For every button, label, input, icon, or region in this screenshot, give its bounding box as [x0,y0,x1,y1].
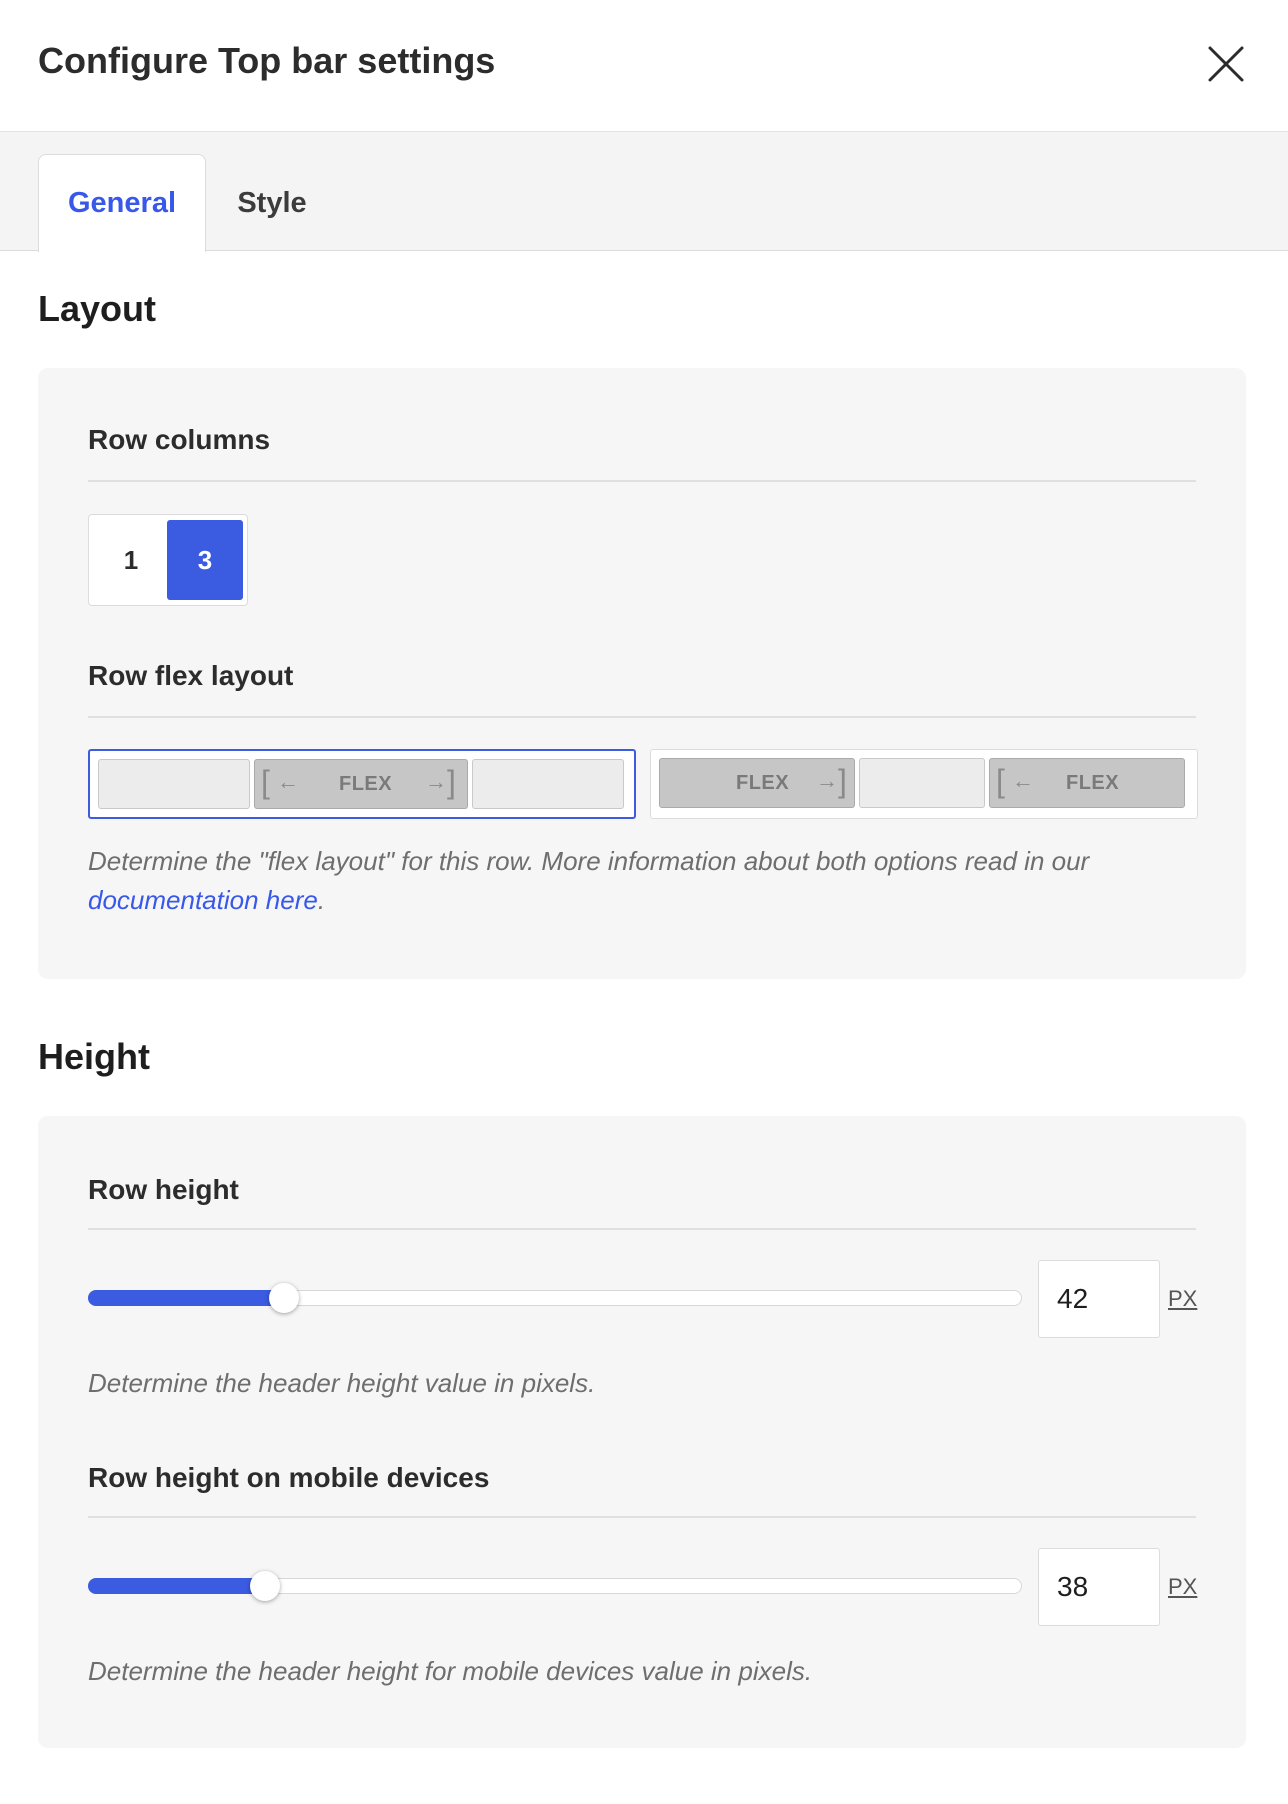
arrow-right-icon: → [425,769,447,794]
flex-label: FLEX [339,773,393,795]
height-section-title: Height [38,1036,150,1077]
divider [88,716,1196,718]
flex-column-right: [ ← FLEX [989,758,1185,808]
flex-column-left: FLEX → ] [659,758,855,808]
bracket-left-icon: [ [996,763,1005,799]
close-button[interactable] [1200,38,1252,90]
row-height-mobile-help: Determine the header height for mobile d… [88,1656,813,1686]
flex-column-center [859,758,985,808]
flex-layout-option-center[interactable]: [ ← FLEX → ] [88,749,636,819]
flex-label: FLEX [1066,772,1120,794]
flex-layout-help: Determine the "flex layout" for this row… [88,842,1208,920]
row-height-help: Determine the header height value in pix… [88,1368,596,1398]
documentation-link[interactable]: documentation here [88,885,318,915]
slider-thumb[interactable] [269,1283,299,1313]
row-height-input[interactable] [1038,1260,1160,1338]
help-suffix: . [317,885,326,915]
dialog-title: Configure Top bar settings [38,40,496,81]
divider [88,1516,1196,1518]
row-columns-label: Row columns [88,424,271,455]
row-columns-selector: 1 3 [88,514,248,606]
slider-thumb[interactable] [250,1571,280,1601]
flex-column-right [472,759,624,809]
tab-bar: General Style [0,132,1288,252]
arrow-left-icon: ← [277,769,299,794]
help-text: Determine the "flex layout" for this row… [88,846,1090,876]
row-height-slider[interactable] [88,1283,1022,1313]
bracket-right-icon: ] [838,763,847,799]
flex-column-center: [ ← FLEX → ] [254,759,468,809]
row-height-mobile-input[interactable] [1038,1548,1160,1626]
arrow-right-icon: → [816,768,838,793]
tab-style[interactable]: Style [206,154,338,252]
flex-column-left [98,759,250,809]
row-flex-layout-label: Row flex layout [88,660,294,691]
bracket-left-icon: [ [261,764,270,800]
height-panel: Row height PX Determine the header heigh… [38,1116,1246,1748]
dialog-header: Configure Top bar settings [0,0,1288,132]
layout-section-title: Layout [38,288,157,329]
row-height-unit[interactable]: PX [1168,1286,1197,1312]
row-height-label: Row height [88,1174,239,1205]
layout-panel: Row columns 1 3 Row flex layout [ ← FLEX… [38,368,1246,979]
row-columns-option-3[interactable]: 3 [167,520,243,600]
row-columns-option-1[interactable]: 1 [93,520,169,600]
arrow-left-icon: ← [1012,768,1034,793]
slider-fill [88,1578,265,1594]
bracket-right-icon: ] [447,764,456,800]
slider-fill [88,1290,284,1306]
flex-layout-option-sides[interactable]: FLEX → ] [ ← FLEX [650,749,1198,819]
row-height-mobile-unit[interactable]: PX [1168,1574,1197,1600]
divider [88,1228,1196,1230]
row-height-mobile-label: Row height on mobile devices [88,1462,490,1493]
flex-label: FLEX [736,772,790,794]
row-height-mobile-slider[interactable] [88,1571,1022,1601]
close-icon [1208,46,1244,82]
tab-general[interactable]: General [38,154,206,252]
divider [88,480,1196,482]
